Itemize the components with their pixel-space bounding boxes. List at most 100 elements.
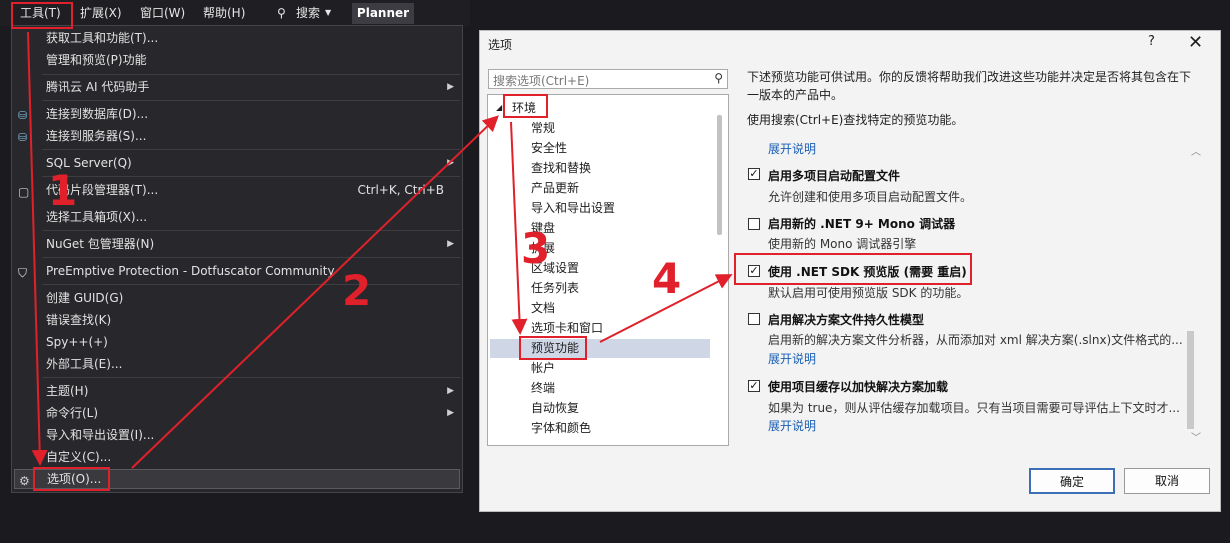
database-plug-icon: ⛁ (18, 109, 28, 122)
submenu-arrow-icon: ▶ (447, 82, 454, 92)
tree-item[interactable]: 字体和颜色 (531, 419, 591, 437)
option-desc: 默认启用可使用预览版 SDK 的功能。 (768, 286, 969, 300)
search-hint: 使用搜索(Ctrl+E)查找特定的预览功能。 (747, 113, 964, 127)
shield-icon: ⛉ (18, 266, 28, 280)
menu-separator (42, 74, 460, 75)
menu-item-connect-db[interactable]: ⛁ 连接到数据库(D)... (12, 104, 462, 124)
menu-item-manage-preview[interactable]: 管理和预览(P)功能 (12, 50, 462, 70)
tree-item[interactable]: 常规 (531, 119, 555, 137)
collapse-description-link[interactable]: 展开说明 (768, 140, 816, 157)
menu-item-external-tools[interactable]: 外部工具(E)... (12, 354, 462, 374)
option-title: 启用新的 .NET 9+ Mono 调试器 (768, 217, 956, 231)
close-icon[interactable]: ✕ (1188, 32, 1203, 53)
tree-item[interactable]: 查找和替换 (531, 159, 591, 177)
tree-item[interactable]: 安全性 (531, 139, 567, 157)
tree-item[interactable]: 帐户 (531, 359, 555, 377)
menu-item-label: 自定义(C)... (46, 450, 112, 464)
option-title: 启用多项目启动配置文件 (768, 169, 901, 183)
menu-item-connect-server[interactable]: ⛁ 连接到服务器(S)... (12, 126, 462, 146)
menu-item-label: 导入和导出设置(I)... (46, 428, 155, 442)
submenu-arrow-icon: ▶ (447, 158, 454, 168)
tree-expand-icon[interactable]: ◢ (496, 99, 502, 117)
menu-extensions[interactable]: 扩展(X) (80, 4, 122, 22)
help-button[interactable]: ? (1148, 34, 1155, 49)
options-scrollbar[interactable] (1187, 331, 1194, 429)
tree-scrollbar[interactable] (717, 115, 722, 235)
menu-separator (42, 149, 460, 150)
checkbox-mono-debugger[interactable] (748, 218, 760, 230)
menu-item-label: 获取工具和功能(T)... (46, 31, 159, 45)
expand-description-link[interactable]: 展开说明 (768, 350, 816, 367)
menu-item-customize[interactable]: 自定义(C)... (12, 447, 462, 467)
cancel-button[interactable]: 取消 (1124, 468, 1210, 494)
menu-item-label: 主题(H) (46, 384, 89, 398)
expand-description-link[interactable]: 展开说明 (768, 417, 816, 434)
highlight-preview-features (519, 336, 587, 360)
dialog-title: 选项 (488, 38, 513, 52)
menu-item-import-export[interactable]: 导入和导出设置(I)... (12, 425, 462, 445)
step-number-2: 2 (342, 266, 372, 315)
intro-line-2: 一版本的产品中。 (747, 88, 844, 102)
scroll-down-icon[interactable]: ﹀ (1191, 429, 1201, 444)
menu-window[interactable]: 窗口(W) (140, 4, 185, 22)
intro-line-1: 下述预览功能可供试用。你的反馈将帮助我们改进这些功能并决定是否将其包含在下 (747, 70, 1192, 84)
step-number-4: 4 (652, 254, 682, 303)
tools-dropdown: 获取工具和功能(T)... 管理和预览(P)功能 腾讯云 AI 代码助手 ▶ ⛁ 连… (11, 25, 463, 493)
menu-item-label: PreEmptive Protection - Dotfuscator Comm… (46, 264, 335, 278)
submenu-arrow-icon: ▶ (447, 239, 454, 249)
menu-item-label: 创建 GUID(G) (46, 291, 124, 305)
option-desc: 启用新的解决方案文件分析器，从而添加对 xml 解决方案(.slnx)文件格式的… (768, 333, 1183, 347)
highlight-sdk-preview-option (734, 253, 972, 285)
menu-item-error-lookup[interactable]: 错误查找(K) (12, 310, 462, 330)
server-plug-icon: ⛁ (18, 131, 28, 144)
highlight-environment (503, 94, 548, 118)
menu-item-sql-server[interactable]: SQL Server(Q) ▶ (12, 153, 462, 173)
menu-item-label: 管理和预览(P)功能 (46, 53, 147, 67)
menu-item-nuget[interactable]: NuGet 包管理器(N) ▶ (12, 234, 462, 254)
menu-item-label: 错误查找(K) (46, 313, 112, 327)
highlight-options-item (33, 467, 110, 491)
planner-button[interactable]: Planner (352, 3, 414, 24)
tree-item[interactable]: 文档 (531, 299, 555, 317)
options-search-input[interactable]: 搜索选项(Ctrl+E) ⚲ (488, 69, 728, 89)
menu-separator (42, 230, 460, 231)
menu-item-shortcut: Ctrl+K, Ctrl+B (357, 183, 444, 197)
checkbox-multi-project[interactable]: ✓ (748, 168, 760, 180)
tree-item[interactable]: 产品更新 (531, 179, 579, 197)
menu-item-command-line[interactable]: 命令行(L) ▶ (12, 403, 462, 423)
menu-item-tencent-ai[interactable]: 腾讯云 AI 代码助手 ▶ (12, 77, 462, 97)
ok-button[interactable]: 确定 (1029, 468, 1115, 494)
search-icon: ⚲ (714, 71, 723, 85)
tree-item[interactable]: 导入和导出设置 (531, 199, 615, 217)
chevron-down-icon: ▼ (325, 8, 332, 17)
menu-search[interactable]: 搜索 (296, 4, 320, 22)
checkbox-slnx[interactable] (748, 313, 760, 325)
search-icon[interactable]: ⚲ (277, 4, 286, 22)
menu-item-label: 命令行(L) (46, 406, 99, 420)
menu-item-label: 外部工具(E)... (46, 357, 123, 371)
tree-item[interactable]: 终端 (531, 379, 555, 397)
option-desc: 如果为 true，则从评估缓存加载项目。只有当项目需要可导评估上下文时才... (768, 401, 1180, 415)
menu-separator (42, 377, 460, 378)
menu-help[interactable]: 帮助(H) (203, 4, 245, 22)
tree-item[interactable]: 选项卡和窗口 (531, 319, 603, 337)
menu-item-snippets[interactable]: ▢ 代码片段管理器(T)... Ctrl+K, Ctrl+B (12, 180, 462, 200)
checkbox-project-cache[interactable]: ✓ (748, 380, 760, 392)
scroll-up-icon[interactable]: ︿ (1191, 143, 1201, 158)
menu-item-label: NuGet 包管理器(N) (46, 237, 155, 251)
menu-separator (42, 176, 460, 177)
menu-item-get-tools[interactable]: 获取工具和功能(T)... (12, 28, 462, 48)
menu-separator (42, 100, 460, 101)
tree-item[interactable]: 自动恢复 (531, 399, 579, 417)
menu-item-toolbox[interactable]: 选择工具箱项(X)... (12, 207, 462, 227)
submenu-arrow-icon: ▶ (447, 386, 454, 396)
menu-item-label: 腾讯云 AI 代码助手 (46, 80, 150, 94)
menu-item-theme[interactable]: 主题(H) ▶ (12, 381, 462, 401)
menu-item-create-guid[interactable]: 创建 GUID(G) (12, 288, 462, 308)
menu-item-spy[interactable]: Spy++(+) (12, 332, 462, 352)
tree-item[interactable]: 任务列表 (531, 279, 579, 297)
menu-item-label: Spy++(+) (46, 335, 108, 349)
highlight-tools-menu (11, 2, 73, 29)
menu-item-preemptive[interactable]: ⛉ PreEmptive Protection - Dotfuscator Com… (12, 261, 462, 281)
option-desc: 允许创建和使用多项目启动配置文件。 (768, 190, 973, 204)
